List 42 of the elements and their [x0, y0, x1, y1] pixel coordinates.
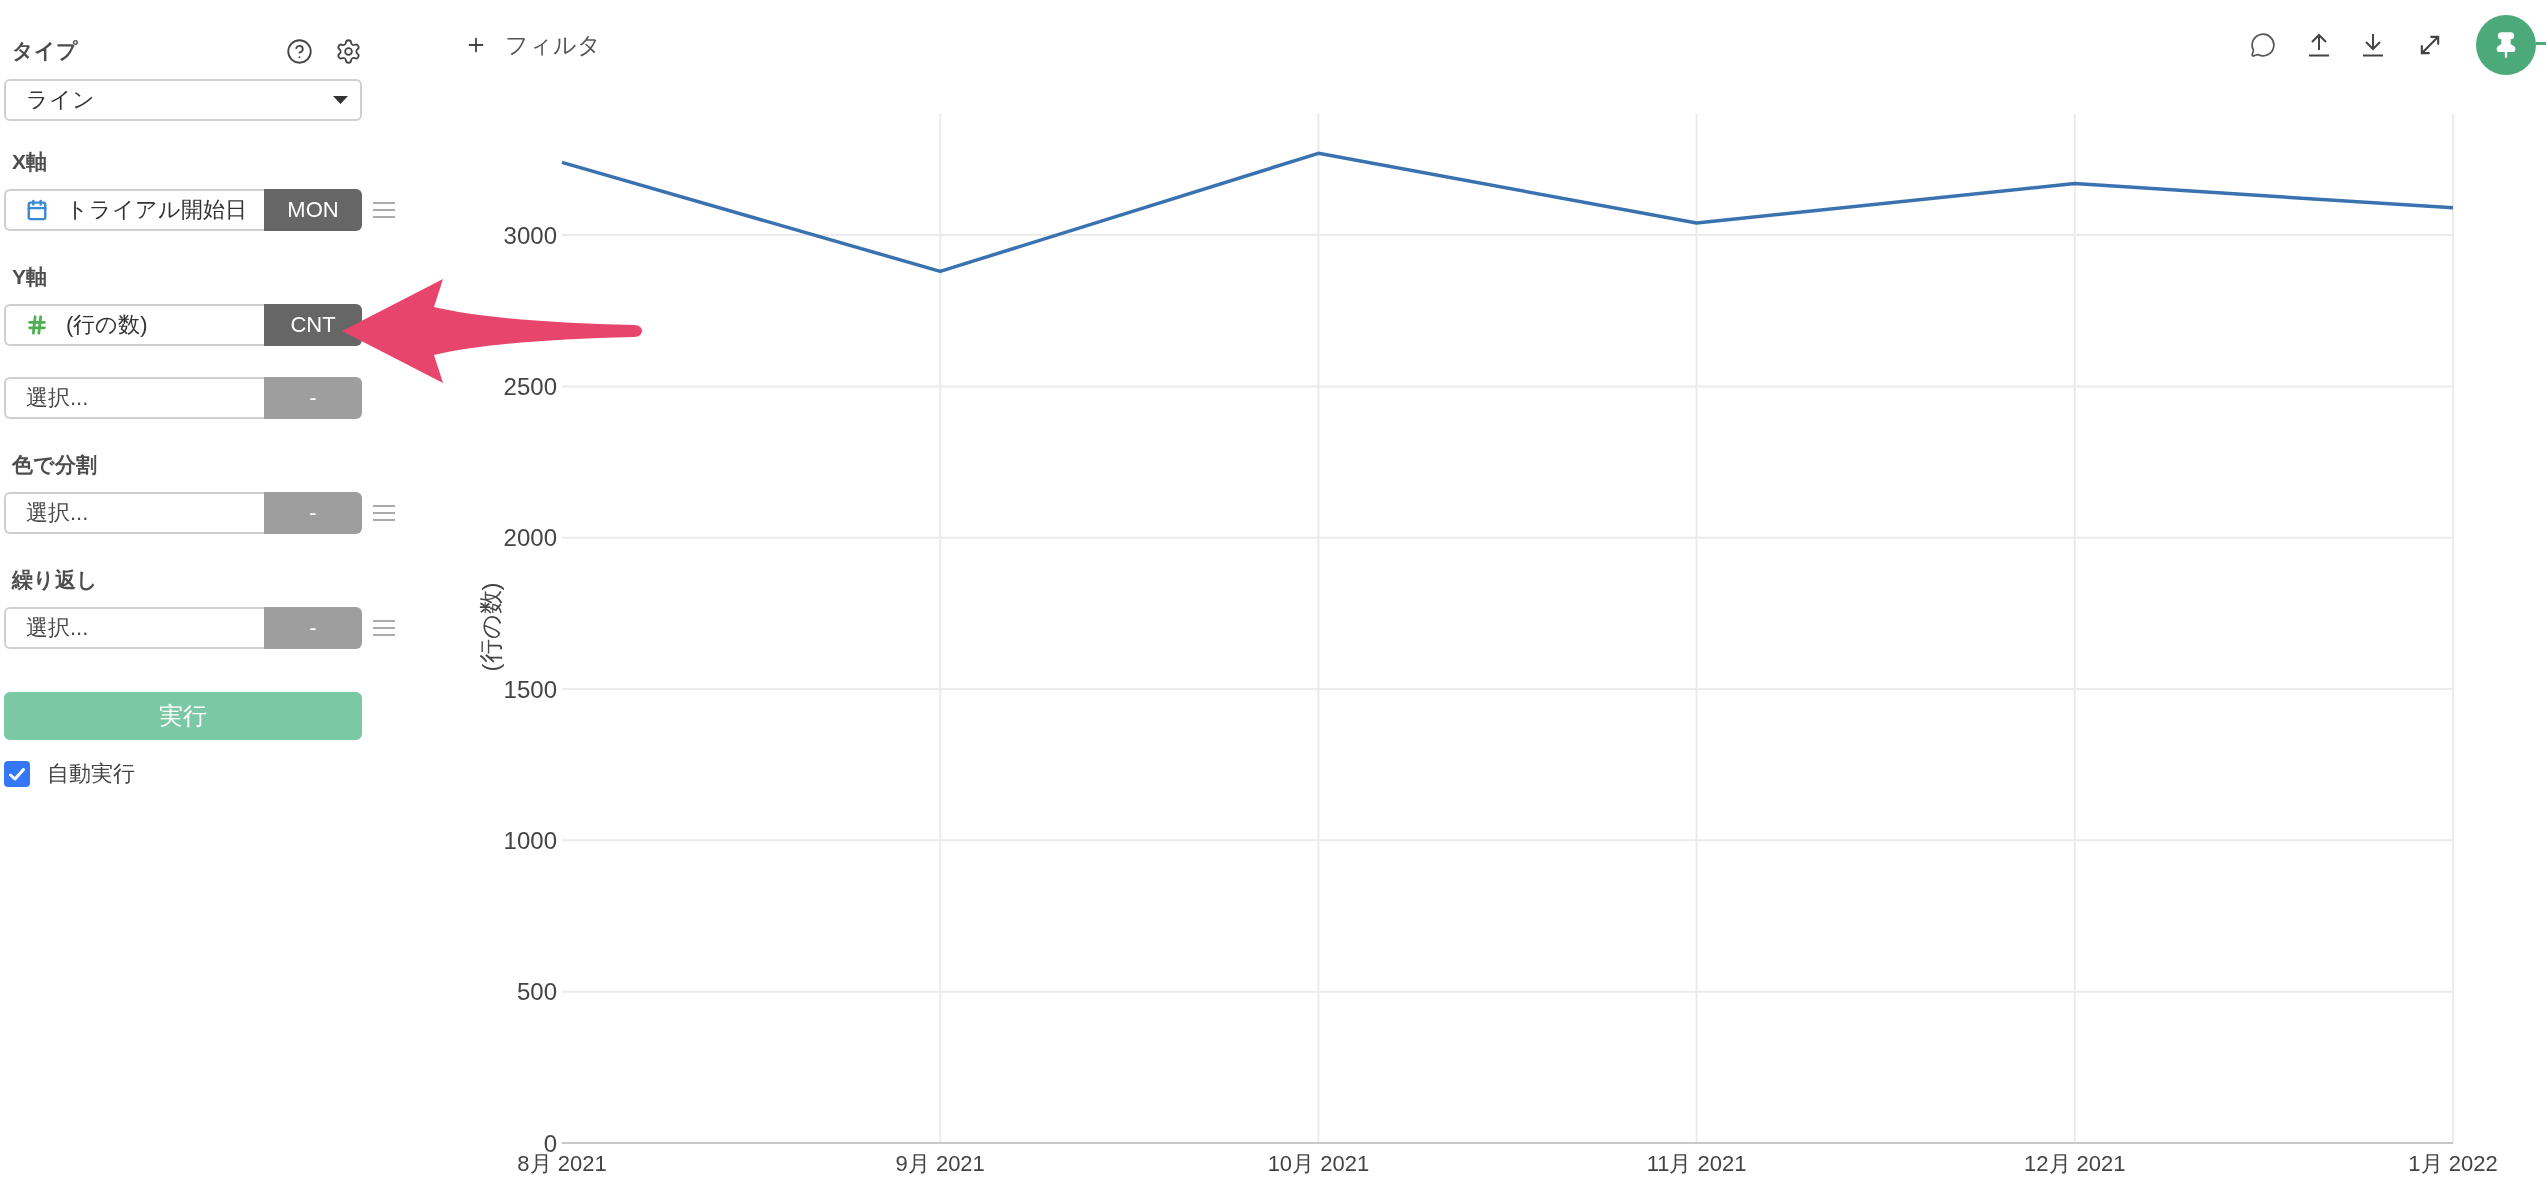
y-axis-tick-label: 2000 [503, 524, 557, 552]
auto-run-checkbox[interactable] [4, 761, 30, 787]
x-axis-tick-label: 12月 2021 [2024, 1151, 2126, 1176]
drag-handle-icon[interactable] [373, 202, 395, 218]
hash-icon [26, 314, 48, 336]
pin-button[interactable] [2476, 15, 2536, 75]
x-axis-tick-label: 10月 2021 [1267, 1151, 1370, 1176]
aggregation-button[interactable]: CNT [264, 304, 362, 346]
calendar-icon [26, 199, 48, 221]
section-label: X軸 [11, 149, 47, 175]
y-axis-tick-label: 1500 [503, 675, 557, 703]
y-axis-tick-label: 2500 [503, 372, 557, 400]
x-axis-tick-label: 8月 2021 [517, 1151, 607, 1176]
section-label: 繰り返し [10, 567, 98, 593]
section-label: タイプ [11, 38, 78, 64]
y-axis-title: (行の数) [476, 582, 504, 672]
section-label: Y軸 [11, 264, 47, 290]
column-select[interactable]: 選択... [4, 607, 264, 649]
y-axis-tick-label: 500 [516, 978, 557, 1006]
chart-type-select[interactable]: ライン [4, 79, 362, 121]
aggregation-button[interactable]: MON [264, 189, 362, 231]
auto-run-label: 自動実行 [47, 760, 135, 788]
checkmark-icon [9, 767, 25, 781]
column-select[interactable]: (行の数) [4, 304, 264, 346]
caret-icon [333, 96, 348, 104]
section-label: 色で分割 [10, 452, 97, 478]
column-select[interactable]: 選択... [4, 377, 264, 419]
x-axis-tick-label: 11月 2021 [1646, 1151, 1747, 1176]
download-icon[interactable] [2362, 33, 2384, 57]
y-axis-tick-label: 1000 [503, 826, 557, 854]
speech-bubble-icon[interactable] [2250, 32, 2276, 58]
upload-icon[interactable] [2308, 33, 2330, 57]
drag-handle-icon[interactable] [373, 505, 395, 521]
column-select[interactable]: 選択... [4, 492, 264, 534]
drag-handle-icon[interactable] [373, 620, 395, 636]
x-axis-tick-label: 1月 2022 [2408, 1151, 2498, 1176]
filter-button[interactable]: フィルタ [465, 29, 601, 61]
settings-icon[interactable] [335, 37, 362, 65]
x-axis-tick-label: 9月 2021 [895, 1151, 985, 1176]
column-select[interactable]: トライアル開始日 [4, 189, 264, 231]
y-axis-tick-label: 3000 [503, 221, 557, 249]
help-icon[interactable] [286, 37, 313, 65]
